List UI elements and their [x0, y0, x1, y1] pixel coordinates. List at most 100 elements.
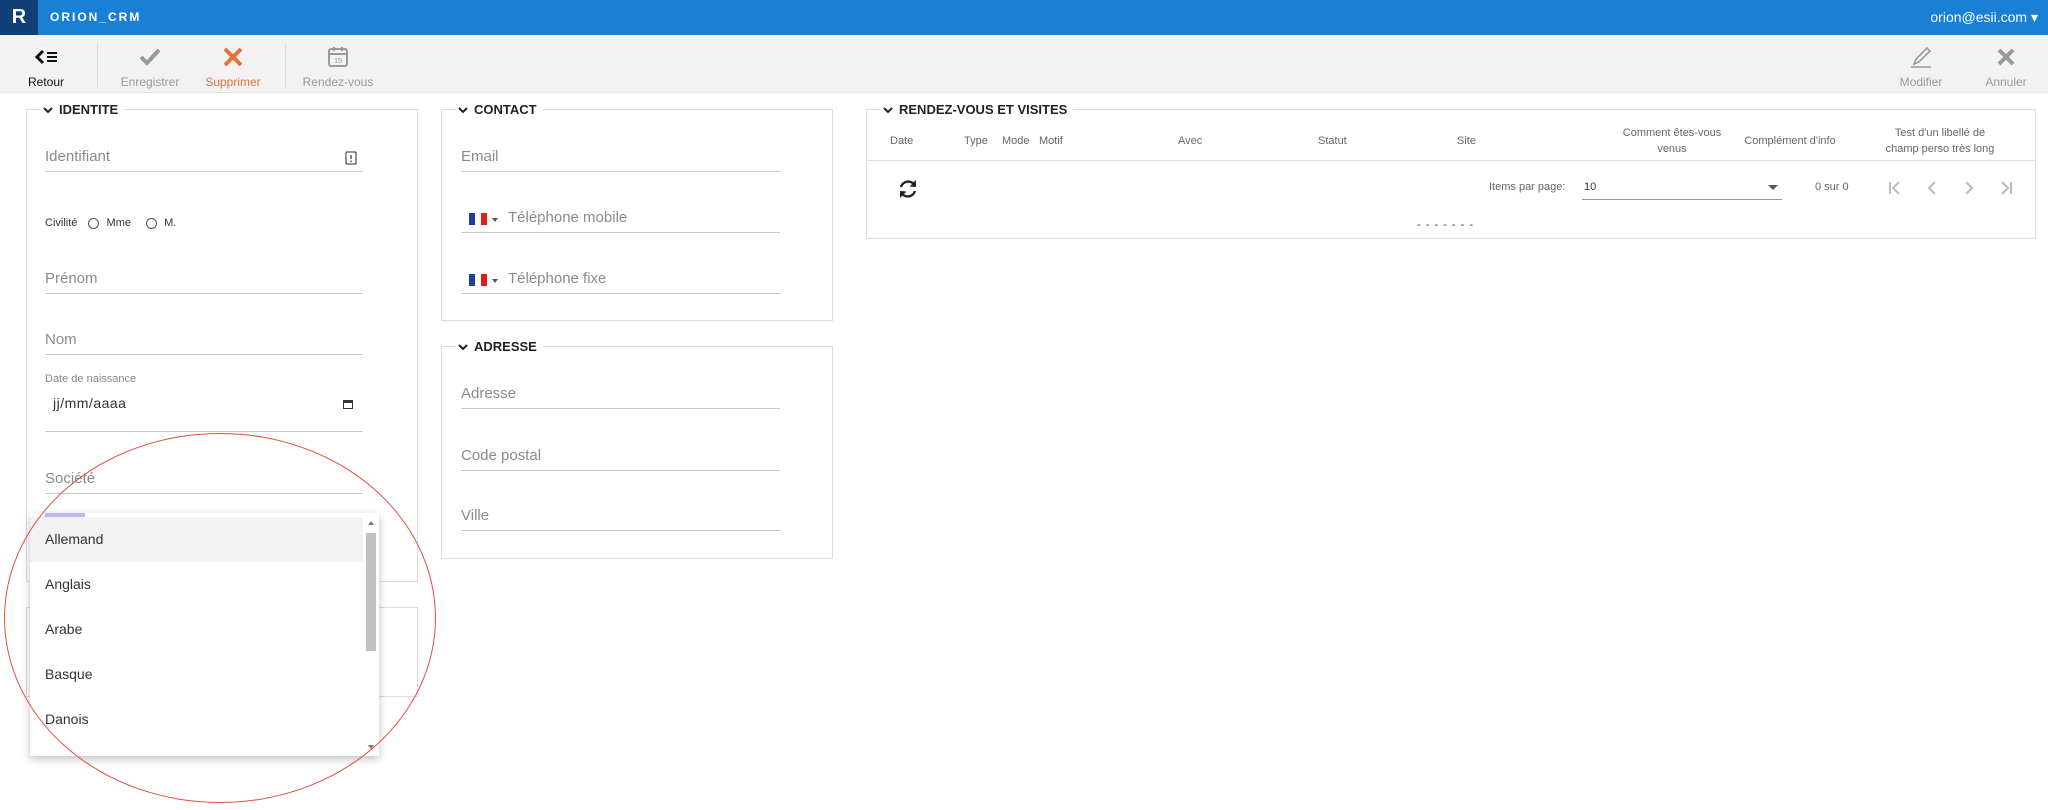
column-header-mode[interactable]: Mode	[1002, 133, 1030, 149]
items-per-page-value: 10	[1584, 181, 1597, 193]
dropdown-scrollbar-thumb[interactable]	[366, 533, 376, 651]
column-header-custom-line1: Test d'un libellé de	[1894, 127, 1986, 139]
close-icon	[223, 47, 243, 67]
last-page-icon[interactable]	[1996, 178, 2016, 198]
first-name-input[interactable]: Prénom	[45, 264, 363, 294]
items-per-page-label: Items par page:	[1489, 181, 1566, 193]
column-header-custom-field[interactable]: Test d'un libellé de champ perso très lo…	[1870, 125, 2010, 157]
column-header-type[interactable]: Type	[964, 133, 988, 149]
calendar-icon[interactable]	[343, 399, 353, 409]
dropdown-option-anglais[interactable]: Anglais	[30, 562, 363, 607]
calendar-icon: 15	[328, 47, 348, 67]
company-input[interactable]: Société	[45, 464, 363, 494]
chevron-down-icon	[458, 106, 468, 113]
identity-title: IDENTITE	[59, 102, 119, 117]
id-card-icon	[345, 151, 357, 165]
top-bar: R ORION_CRM orion@esii.com ▾	[0, 0, 2048, 35]
chevron-down-icon	[43, 106, 53, 113]
radio-mme-label: Mme	[106, 217, 131, 229]
scroll-down-arrow-icon[interactable]	[368, 745, 374, 749]
empty-table-indicator: - - - - - - -	[1417, 219, 1474, 231]
appointments-section-header[interactable]: RENDEZ-VOUS ET VISITES	[881, 102, 1074, 117]
back-list-icon	[34, 49, 57, 65]
scroll-up-arrow-icon[interactable]	[368, 521, 374, 525]
back-button[interactable]: Retour	[18, 35, 74, 93]
birth-date-input[interactable]: jj/mm/aaaa	[45, 387, 363, 432]
chevron-down-icon	[458, 343, 468, 350]
city-placeholder: Ville	[461, 507, 490, 524]
dropdown-option-basque[interactable]: Basque	[30, 652, 363, 697]
caret-down-icon	[492, 218, 498, 222]
appointments-panel: RENDEZ-VOUS ET VISITES Date Type Mode Mo…	[866, 102, 2036, 239]
app-logo[interactable]: R	[0, 0, 38, 35]
civility-group: Civilité Mme M.	[45, 217, 176, 229]
toolbar: Retour Enregistrer Supprimer 15 Rendez-v…	[0, 35, 2048, 93]
column-header-statut[interactable]: Statut	[1318, 133, 1347, 149]
mobile-phone-input[interactable]: Téléphone mobile	[461, 203, 780, 233]
landline-phone-placeholder: Téléphone fixe	[508, 270, 607, 287]
save-label: Enregistrer	[120, 75, 180, 89]
previous-page-icon[interactable]	[1922, 178, 1942, 198]
city-input[interactable]: Ville	[461, 501, 780, 531]
delete-button[interactable]: Supprimer	[200, 35, 266, 93]
address-section-header[interactable]: ADRESSE	[456, 339, 543, 354]
france-flag-icon[interactable]	[469, 213, 487, 225]
column-header-comment-line2: venus	[1657, 143, 1687, 155]
check-icon	[139, 48, 161, 66]
chevron-down-icon	[883, 106, 893, 113]
company-placeholder: Société	[45, 470, 96, 487]
civility-label: Civilité	[45, 217, 78, 229]
mobile-phone-placeholder: Téléphone mobile	[508, 209, 628, 226]
radio-mme[interactable]	[88, 217, 100, 229]
column-header-motif[interactable]: Motif	[1039, 133, 1063, 149]
language-dropdown[interactable]: Allemand Anglais Arabe Basque Danois	[30, 513, 379, 756]
toolbar-separator	[285, 43, 286, 87]
first-name-placeholder: Prénom	[45, 270, 98, 287]
cancel-button[interactable]: Annuler	[1976, 35, 2036, 93]
column-header-custom-line2: champ perso très long	[1885, 143, 1995, 155]
last-name-input[interactable]: Nom	[45, 325, 363, 355]
address-input[interactable]: Adresse	[461, 379, 780, 409]
refresh-icon[interactable]	[897, 178, 919, 200]
identifier-placeholder: Identifiant	[45, 148, 111, 165]
column-header-date[interactable]: Date	[890, 133, 913, 149]
birth-date-placeholder: jj/mm/aaaa	[53, 395, 127, 411]
column-header-site[interactable]: Site	[1457, 133, 1476, 149]
identity-section-header[interactable]: IDENTITE	[41, 102, 125, 117]
postal-code-input[interactable]: Code postal	[461, 441, 780, 471]
identifier-input[interactable]: Identifiant	[45, 142, 363, 172]
address-placeholder: Adresse	[461, 385, 517, 402]
first-page-icon[interactable]	[1885, 178, 1905, 198]
last-name-placeholder: Nom	[45, 331, 77, 348]
dropdown-option-arabe[interactable]: Arabe	[30, 607, 363, 652]
next-page-icon[interactable]	[1959, 178, 1979, 198]
radio-m-label: M.	[164, 217, 177, 229]
dropdown-option-danois[interactable]: Danois	[30, 697, 363, 742]
email-input[interactable]: Email	[461, 142, 780, 172]
caret-down-icon	[1768, 185, 1778, 190]
appointment-button[interactable]: 15 Rendez-vous	[302, 35, 374, 93]
table-header-divider	[867, 160, 2035, 161]
france-flag-icon[interactable]	[469, 274, 487, 286]
identity-panel: IDENTITE Identifiant Civilité Mme M. Pré…	[26, 102, 418, 582]
landline-phone-input[interactable]: Téléphone fixe	[461, 264, 780, 294]
address-title: ADRESSE	[474, 339, 537, 354]
column-header-avec[interactable]: Avec	[1178, 133, 1202, 149]
user-menu[interactable]: orion@esii.com ▾	[1930, 0, 2038, 35]
back-label: Retour	[27, 75, 65, 89]
caret-down-icon	[492, 279, 498, 283]
address-panel: ADRESSE Adresse Code postal Ville	[441, 339, 833, 559]
appointments-title: RENDEZ-VOUS ET VISITES	[899, 102, 1068, 117]
birth-date-label: Date de naissance	[45, 373, 137, 385]
radio-m[interactable]	[146, 217, 158, 229]
save-button[interactable]: Enregistrer	[115, 35, 185, 93]
items-per-page-select[interactable]: 10	[1582, 174, 1782, 200]
email-placeholder: Email	[461, 148, 499, 165]
column-header-comment[interactable]: Comment êtes-vous venus	[1597, 125, 1747, 157]
edit-button[interactable]: Modifier	[1892, 35, 1950, 93]
column-header-complement[interactable]: Complément d'info	[1735, 133, 1845, 149]
app-name: ORION_CRM	[50, 10, 142, 24]
appointment-label: Rendez-vous	[302, 75, 374, 89]
contact-section-header[interactable]: CONTACT	[456, 102, 543, 117]
dropdown-option-allemand[interactable]: Allemand	[30, 517, 363, 562]
